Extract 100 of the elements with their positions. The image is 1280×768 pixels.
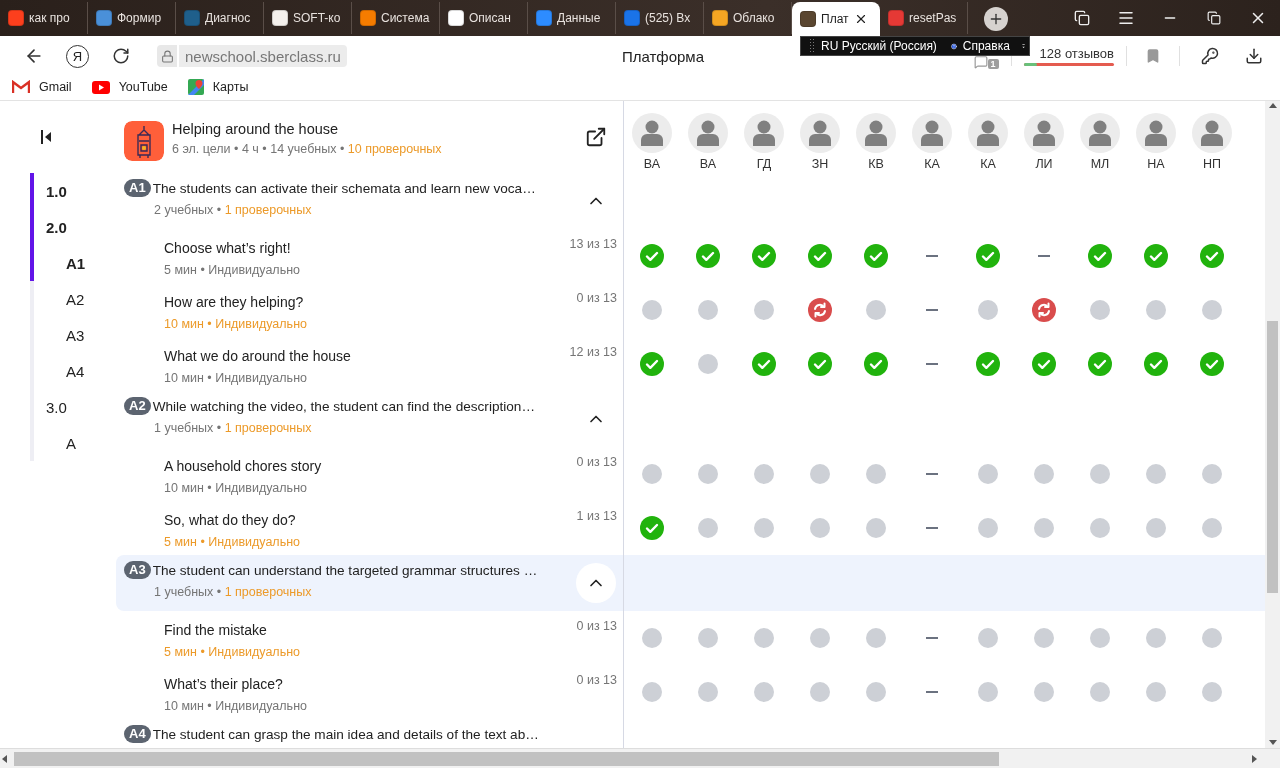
- count-badge: 1: [987, 59, 999, 69]
- completion-count: 0 из 13: [576, 673, 617, 687]
- browser-tab[interactable]: Облако: [704, 2, 792, 34]
- avatar-icon: [688, 113, 728, 153]
- avatar-icon: [968, 113, 1008, 153]
- bookmark-link[interactable]: Карты: [187, 79, 249, 95]
- completion-count: 1 из 13: [576, 509, 617, 523]
- reload-icon[interactable]: [112, 47, 130, 65]
- goal-meta: 1 учебных • 1 проверочных: [154, 421, 313, 435]
- external-link-icon[interactable]: [585, 126, 607, 148]
- nav-item[interactable]: A3: [30, 317, 116, 353]
- browser-tab[interactable]: Плат: [792, 2, 880, 36]
- course-title: Helping around the house: [172, 121, 340, 137]
- menu-icon[interactable]: [1117, 9, 1135, 27]
- reviews-link[interactable]: 128 отзывов: [1039, 46, 1114, 61]
- play-icon: [91, 80, 110, 94]
- lesson-meta: 10 мин • Индивидуально: [164, 481, 307, 495]
- avatar-icon: [856, 113, 896, 153]
- student-initials: КА: [924, 157, 940, 171]
- browser-tab[interactable]: (525) Вх: [616, 2, 704, 34]
- browser-tab[interactable]: Описан: [440, 2, 528, 34]
- nav-item[interactable]: 1.0: [30, 173, 116, 209]
- lesson-meta: 10 мин • Индивидуально: [164, 371, 307, 385]
- goal-title: While watching the video, the student can find the description…: [152, 398, 535, 414]
- lesson-title[interactable]: Choose what’s right!: [164, 240, 291, 256]
- nav-item[interactable]: 3.0: [30, 389, 116, 425]
- avatar-icon: [1024, 113, 1064, 153]
- browser-tab[interactable]: Данные: [528, 2, 616, 34]
- nav-item[interactable]: 2.0: [30, 209, 116, 245]
- avatar-icon: [632, 113, 672, 153]
- completion-count: 13 из 13: [569, 237, 617, 251]
- student-initials: МЛ: [1090, 157, 1110, 171]
- avatar-icon: [1192, 113, 1232, 153]
- goal-code: A3: [124, 561, 151, 579]
- collapse-icon[interactable]: [40, 129, 52, 145]
- lesson-title[interactable]: A household chores story: [164, 458, 322, 474]
- lesson-title[interactable]: What’s their place?: [164, 676, 283, 692]
- goal-meta: 1 учебных • 1 проверочных: [154, 585, 313, 599]
- completion-count: 12 из 13: [569, 345, 617, 359]
- restore-icon[interactable]: [1207, 11, 1221, 25]
- nav-item[interactable]: A1: [30, 245, 116, 281]
- browser-tab[interactable]: Система: [352, 2, 440, 34]
- address-field[interactable]: newschool.sberclass.ru: [179, 45, 347, 67]
- lesson-meta: 10 мин • Индивидуально: [164, 317, 307, 331]
- key-icon[interactable]: [1201, 47, 1219, 65]
- bookmark-link[interactable]: Gmail: [12, 80, 72, 94]
- avatar-icon: [912, 113, 952, 153]
- student-initials: ВА: [643, 157, 661, 171]
- lock-icon[interactable]: [157, 45, 177, 67]
- avatar-icon: [744, 113, 784, 153]
- horizontal-scrollbar[interactable]: [0, 748, 1280, 768]
- scroll-thumb[interactable]: [1267, 321, 1278, 593]
- browser-tab[interactable]: как про: [0, 2, 88, 34]
- student-initials: НА: [1147, 157, 1165, 171]
- scroll-left-icon[interactable]: [0, 753, 10, 764]
- goal-title: The student can grasp the main idea and details of the text ab…: [152, 726, 539, 742]
- tower-icon: [124, 121, 164, 161]
- comment-icon[interactable]: [973, 55, 988, 69]
- help-label[interactable]: Справка: [962, 39, 1010, 53]
- tabs-icon[interactable]: [1074, 10, 1090, 26]
- browser-tab[interactable]: SOFT-ко: [264, 2, 352, 34]
- scroll-thumb[interactable]: [14, 751, 999, 766]
- student-initials: КВ: [868, 157, 884, 171]
- lesson-meta: 10 мин • Индивидуально: [164, 699, 307, 713]
- lesson-title[interactable]: So, what do they do?: [164, 512, 296, 528]
- nav-item[interactable]: A: [30, 425, 116, 461]
- scroll-up-icon[interactable]: [1267, 101, 1278, 111]
- download-icon[interactable]: [1245, 47, 1263, 65]
- vertical-scrollbar[interactable]: [1265, 101, 1280, 748]
- student-initials: НП: [1203, 157, 1221, 171]
- bookmark-icon[interactable]: [1145, 48, 1161, 64]
- student-initials: КА: [980, 157, 996, 171]
- goal-meta: 2 учебных • 1 проверочных: [154, 203, 313, 217]
- browser-tab[interactable]: resetPas: [880, 2, 968, 34]
- browser-tab[interactable]: Формир: [88, 2, 176, 34]
- student-initials: ЛИ: [1035, 157, 1053, 171]
- map-icon: [187, 79, 204, 95]
- course-meta: 6 эл. цели • 4 ч • 14 учебных • 10 проверочных: [172, 142, 442, 156]
- goal-code: A1: [124, 179, 151, 197]
- goal-title: The students can activate their schemata and learn new voca…: [152, 180, 536, 196]
- new-tab-button[interactable]: [984, 7, 1008, 31]
- completion-count: 0 из 13: [576, 455, 617, 469]
- student-initials: ГД: [756, 157, 772, 171]
- lesson-meta: 5 мин • Индивидуально: [164, 535, 301, 549]
- lesson-title[interactable]: Find the mistake: [164, 622, 267, 638]
- nav-item[interactable]: A2: [30, 281, 116, 317]
- lesson-title[interactable]: How are they helping?: [164, 294, 304, 310]
- lesson-title[interactable]: What we do around the house: [164, 348, 351, 364]
- completion-count: 0 из 13: [576, 291, 617, 305]
- page-title: Платформа: [621, 47, 704, 65]
- avatar-icon: [1136, 113, 1176, 153]
- student-initials: ЗН: [811, 157, 829, 171]
- student-initials: ВА: [699, 157, 717, 171]
- lesson-meta: 5 мин • Индивидуально: [164, 645, 301, 659]
- language-label[interactable]: RU Русский (Россия): [821, 39, 937, 53]
- nav-item[interactable]: A4: [30, 353, 116, 389]
- plus-icon: [988, 11, 1004, 27]
- bookmark-link[interactable]: YouTube: [91, 80, 168, 94]
- browser-tab[interactable]: Диагнос: [176, 2, 264, 34]
- lesson-meta: 5 мин • Индивидуально: [164, 263, 301, 277]
